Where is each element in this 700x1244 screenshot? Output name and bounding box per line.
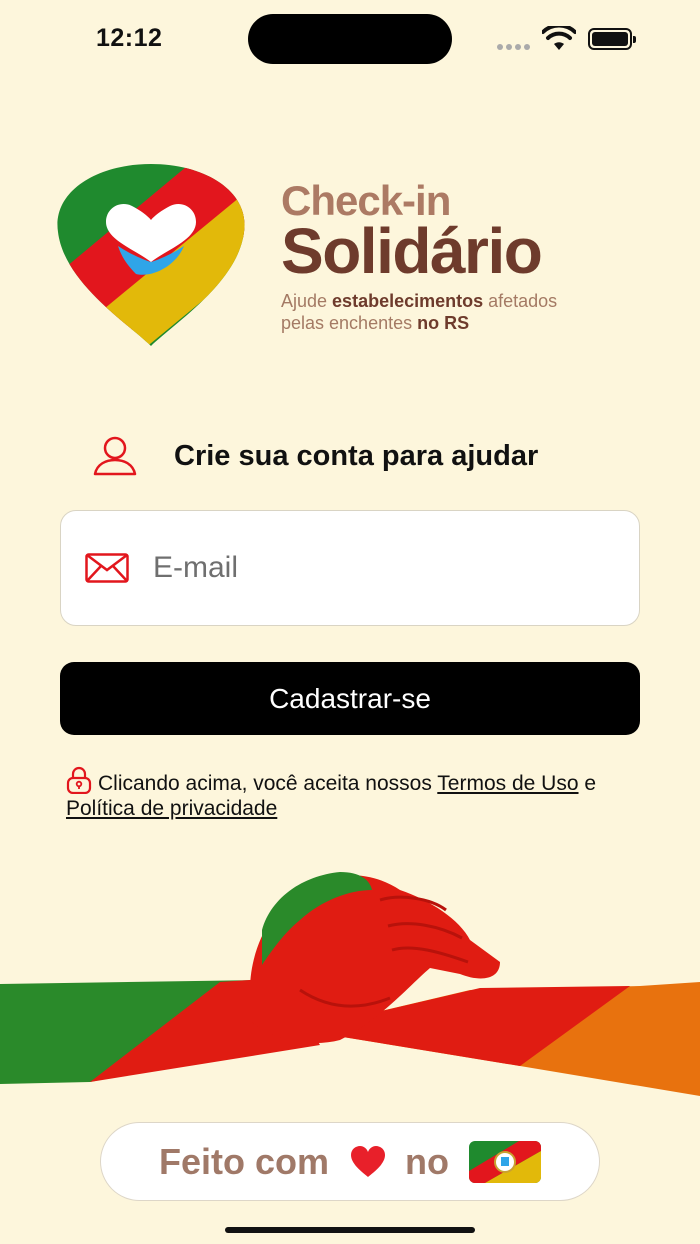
battery-icon [588,28,636,50]
made-in-rs-badge: Feito com no [100,1122,600,1201]
create-account-heading: Crie sua conta para ajudar [92,436,538,476]
home-indicator [225,1227,475,1233]
terms-prefix: Clicando acima, você aceita nossos [98,772,438,795]
in-text: no [405,1140,449,1182]
handshake-illustration [0,872,700,1096]
logo-pin-icon [57,164,245,346]
heading-text: Crie sua conta para ajudar [174,439,539,472]
terms-joiner: e [578,772,597,795]
dynamic-island [248,14,452,64]
brand-tagline: Ajude estabelecimentos afetados pelas en… [281,291,558,333]
rs-flag-icon [469,1140,541,1183]
lock-icon [66,766,92,794]
made-with-text: Feito com [159,1140,330,1182]
brand-name-bottom: Solidário [281,215,543,287]
brand-block: Check-in Solidário Ajude estabelecimento… [281,178,557,334]
terms-text: Clicando acima, você aceita nossos Termo… [66,766,636,821]
privacy-policy-link[interactable]: Política de privacidade [66,797,277,820]
terms-of-use-link[interactable]: Termos de Uso [437,772,578,795]
heart-icon [351,1145,386,1177]
user-icon [93,436,137,476]
status-bar: 12:12 [0,0,700,80]
signal-dots-icon [497,37,533,55]
email-field[interactable] [60,510,640,626]
signup-button[interactable]: Cadastrar-se [60,662,640,735]
status-time: 12:12 [96,24,163,52]
email-input[interactable] [153,551,593,585]
wifi-icon [542,26,576,50]
mail-icon [85,553,129,583]
